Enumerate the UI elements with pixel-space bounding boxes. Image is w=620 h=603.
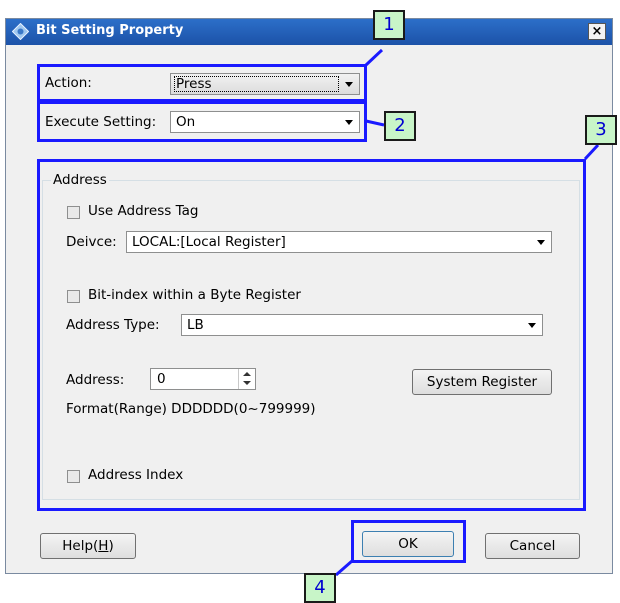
annotation-badge-2: 2: [384, 111, 416, 141]
annotation-badge-4: 4: [304, 573, 336, 603]
annotation-badge-3: 3: [585, 115, 617, 145]
annotation-badge-1: 1: [373, 10, 405, 40]
annotation-connectors: [335, 48, 600, 577]
